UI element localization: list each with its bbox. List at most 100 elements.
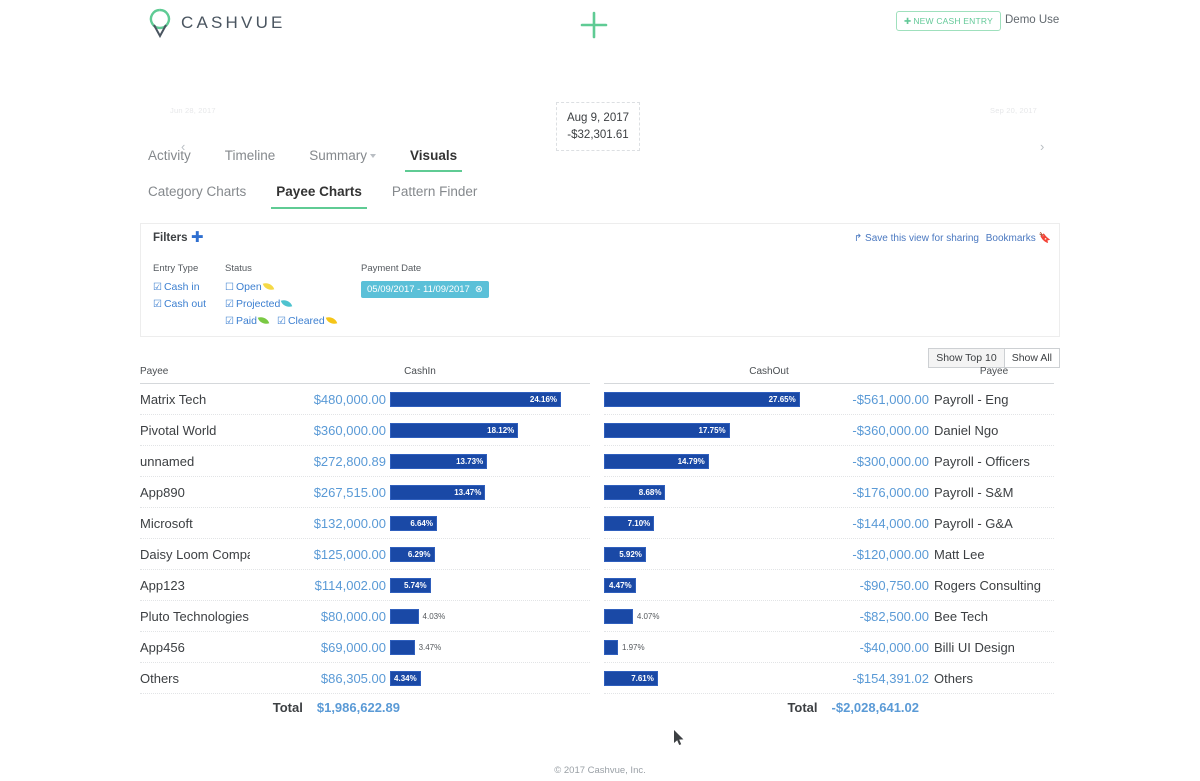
- new-cash-entry-button[interactable]: ✚ NEW CASH ENTRY: [896, 11, 1001, 31]
- amount-value: -$90,750.00: [859, 577, 929, 593]
- timeline-start-date: Jun 28, 2017: [170, 106, 216, 115]
- save-view-button[interactable]: ↱ Save this view for sharing: [854, 233, 979, 244]
- tab-summary[interactable]: Summary: [309, 148, 377, 172]
- bar-cell: 4.07%: [604, 608, 804, 624]
- table-row[interactable]: Pluto Technologies $80,000.00 4.03%: [140, 601, 590, 632]
- amount-value: $114,002.00: [314, 577, 386, 593]
- timeline-tooltip-amount: -$32,301.61: [567, 128, 629, 141]
- tab-visuals[interactable]: Visuals: [405, 148, 463, 172]
- share-arrow-icon: ↱: [853, 233, 863, 244]
- amount-value: -$360,000.00: [852, 422, 929, 438]
- bar-cell: 8.68%: [604, 484, 804, 500]
- add-filter-icon[interactable]: ✚: [191, 230, 204, 245]
- bar-cell: 5.92%: [604, 546, 804, 562]
- show-top-10-button[interactable]: Show Top 10: [928, 348, 1005, 368]
- table-row[interactable]: App123 $114,002.00 5.74%: [140, 570, 590, 601]
- bar: [604, 639, 618, 655]
- checkbox-empty-icon[interactable]: ☐: [225, 282, 234, 293]
- chevron-down-icon: [370, 154, 377, 159]
- row-count-toggle: Show Top 10 Show All: [928, 348, 1060, 368]
- payee-name: Others: [140, 670, 180, 686]
- plus-icon[interactable]: [578, 9, 610, 41]
- payee-name: Matt Lee: [934, 546, 985, 562]
- filter-option-label: Cash out: [163, 298, 206, 310]
- show-all-button[interactable]: Show All: [1004, 348, 1060, 368]
- filter-option-label: Cleared: [287, 315, 325, 327]
- checkbox-checked-icon[interactable]: ☑: [153, 282, 162, 293]
- table-row[interactable]: Daisy Loom Company $125,000.00 6.29%: [140, 539, 590, 570]
- tab-category-charts[interactable]: Category Charts: [148, 184, 246, 209]
- filter-option-paid[interactable]: ☑ Paid: [225, 314, 271, 327]
- main-tabs: Activity Timeline Summary Visuals: [148, 148, 491, 172]
- table-row[interactable]: 1.97% -$40,000.00 Billi UI Design: [604, 632, 1054, 663]
- bar-percent-label: 13.47%: [454, 487, 482, 497]
- tab-pattern-finder[interactable]: Pattern Finder: [392, 184, 478, 209]
- table-row[interactable]: unnamed $272,800.89 13.73%: [140, 446, 590, 477]
- filter-option-cash-in[interactable]: ☑ Cash in: [153, 279, 206, 296]
- bar-percent-label: 4.47%: [608, 580, 632, 590]
- tab-timeline[interactable]: Timeline: [225, 148, 276, 172]
- checkbox-checked-icon[interactable]: ☑: [153, 299, 162, 310]
- amount-value: -$176,000.00: [852, 484, 929, 500]
- payee-name: Bee Tech: [934, 608, 988, 624]
- amount-value: -$561,000.00: [852, 391, 929, 407]
- amount-value: $86,305.00: [320, 670, 386, 686]
- payee-name: App456: [140, 639, 185, 655]
- cashin-total-value: $1,986,622.89: [316, 700, 400, 715]
- bar-cell: 18.12%: [390, 422, 590, 438]
- circle-x-icon[interactable]: ⊗: [475, 284, 483, 295]
- table-row[interactable]: App890 $267,515.00 13.47%: [140, 477, 590, 508]
- filters-panel: Filters ✚ ↱ Save this view for sharing B…: [140, 223, 1060, 337]
- amount-value: $480,000.00: [313, 391, 386, 407]
- table-row[interactable]: Others $86,305.00 4.34%: [140, 663, 590, 694]
- bar-cell: 13.47%: [390, 484, 590, 500]
- timeline-strip[interactable]: ‹ › Jun 28, 2017 Sep 20, 2017 Aug 9, 201…: [0, 60, 1200, 154]
- payment-date-chip[interactable]: 05/09/2017 - 11/09/2017 ⊗: [361, 281, 489, 298]
- timeline-next-icon[interactable]: ›: [1040, 139, 1044, 154]
- table-row[interactable]: 17.75% -$360,000.00 Daniel Ngo: [604, 415, 1054, 446]
- table-row[interactable]: Microsoft $132,000.00 6.64%: [140, 508, 590, 539]
- table-row[interactable]: 27.65% -$561,000.00 Payroll - Eng: [604, 384, 1054, 415]
- table-row[interactable]: Pivotal World $360,000.00 18.12%: [140, 415, 590, 446]
- bookmarks-label: Bookmarks: [985, 233, 1036, 244]
- table-row[interactable]: 4.07% -$82,500.00 Bee Tech: [604, 601, 1054, 632]
- bookmarks-button[interactable]: Bookmarks 🔖: [986, 233, 1051, 244]
- cashout-chart: CashOut Payee 27.65% -$561,000.00 Payroll …: [604, 366, 1054, 694]
- bar-cell: 1.97%: [604, 639, 804, 655]
- amount-value: $360,000.00: [313, 422, 386, 438]
- payee-name: Daniel Ngo: [934, 422, 999, 438]
- tab-activity[interactable]: Activity: [148, 148, 191, 172]
- payee-name: Pivotal World: [140, 422, 217, 438]
- bar-percent-label: 7.10%: [627, 518, 651, 528]
- table-row[interactable]: 4.47% -$90,750.00 Rogers Consulting: [604, 570, 1054, 601]
- save-view-label: Save this view for sharing: [865, 233, 979, 244]
- cashout-title: CashOut: [749, 366, 789, 377]
- bar-cell: 4.34%: [390, 670, 590, 686]
- table-row[interactable]: 14.79% -$300,000.00 Payroll - Officers: [604, 446, 1054, 477]
- filter-option-cash-out[interactable]: ☑ Cash out: [153, 296, 206, 313]
- table-row[interactable]: 7.10% -$144,000.00 Payroll - G&A: [604, 508, 1054, 539]
- filter-option-open[interactable]: ☐ Open: [225, 279, 339, 296]
- table-row[interactable]: 8.68% -$176,000.00 Payroll - S&M: [604, 477, 1054, 508]
- bar-percent-label: 17.75%: [698, 425, 726, 435]
- leaf-icon: [257, 314, 270, 327]
- checkbox-checked-icon[interactable]: ☑: [225, 316, 234, 327]
- tab-payee-charts[interactable]: Payee Charts: [271, 184, 367, 209]
- payee-name: Others: [934, 670, 974, 686]
- amount-value: -$82,500.00: [859, 608, 929, 624]
- bar-percent-label: 4.34%: [394, 673, 417, 683]
- footer-copyright: © 2017 Cashvue, Inc.: [554, 765, 646, 776]
- user-menu[interactable]: Demo Use: [1005, 14, 1059, 26]
- table-row[interactable]: Matrix Tech $480,000.00 24.16%: [140, 384, 590, 415]
- checkbox-checked-icon[interactable]: ☑: [277, 316, 286, 327]
- table-row[interactable]: 7.61% -$154,391.02 Others: [604, 663, 1054, 694]
- brand[interactable]: CASHVUE: [148, 8, 286, 39]
- cashin-payee-header: Payee: [140, 366, 169, 377]
- checkbox-checked-icon[interactable]: ☑: [225, 299, 234, 310]
- cashout-total: Total -$2,028,641.02: [604, 700, 1054, 715]
- cashout-total-value: -$2,028,641.02: [831, 700, 919, 715]
- filter-option-cleared[interactable]: ☑ Cleared: [277, 314, 339, 327]
- table-row[interactable]: App456 $69,000.00 3.47%: [140, 632, 590, 663]
- table-row[interactable]: 5.92% -$120,000.00 Matt Lee: [604, 539, 1054, 570]
- filter-option-projected[interactable]: ☑ Projected: [225, 296, 339, 313]
